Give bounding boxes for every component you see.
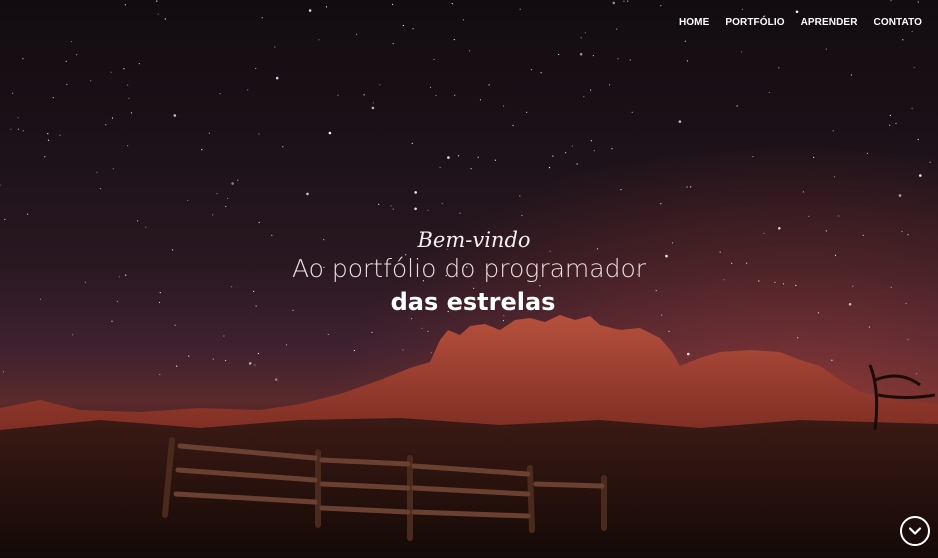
hero-subtitle: Ao portfólio do programador [291,254,647,283]
nav-home[interactable]: HOME [679,17,709,28]
nav-contato[interactable]: CONTATO [874,17,922,28]
scroll-down-button[interactable] [900,516,930,546]
nav-portfolio[interactable]: PORTFÓLIO [725,17,784,28]
hero-section: HOME PORTFÓLIO APRENDER CONTATO Bem-vind… [0,0,938,558]
chevron-down-icon [908,527,922,535]
nav-aprender[interactable]: APRENDER [801,17,858,28]
hero-headline: Bem-vindo Ao portfólio do programador da… [0,226,938,318]
welcome-text: Bem-vindo [417,228,531,252]
hero-emphasis: das estrelas [390,288,556,316]
main-nav: HOME PORTFÓLIO APRENDER CONTATO [679,17,922,28]
